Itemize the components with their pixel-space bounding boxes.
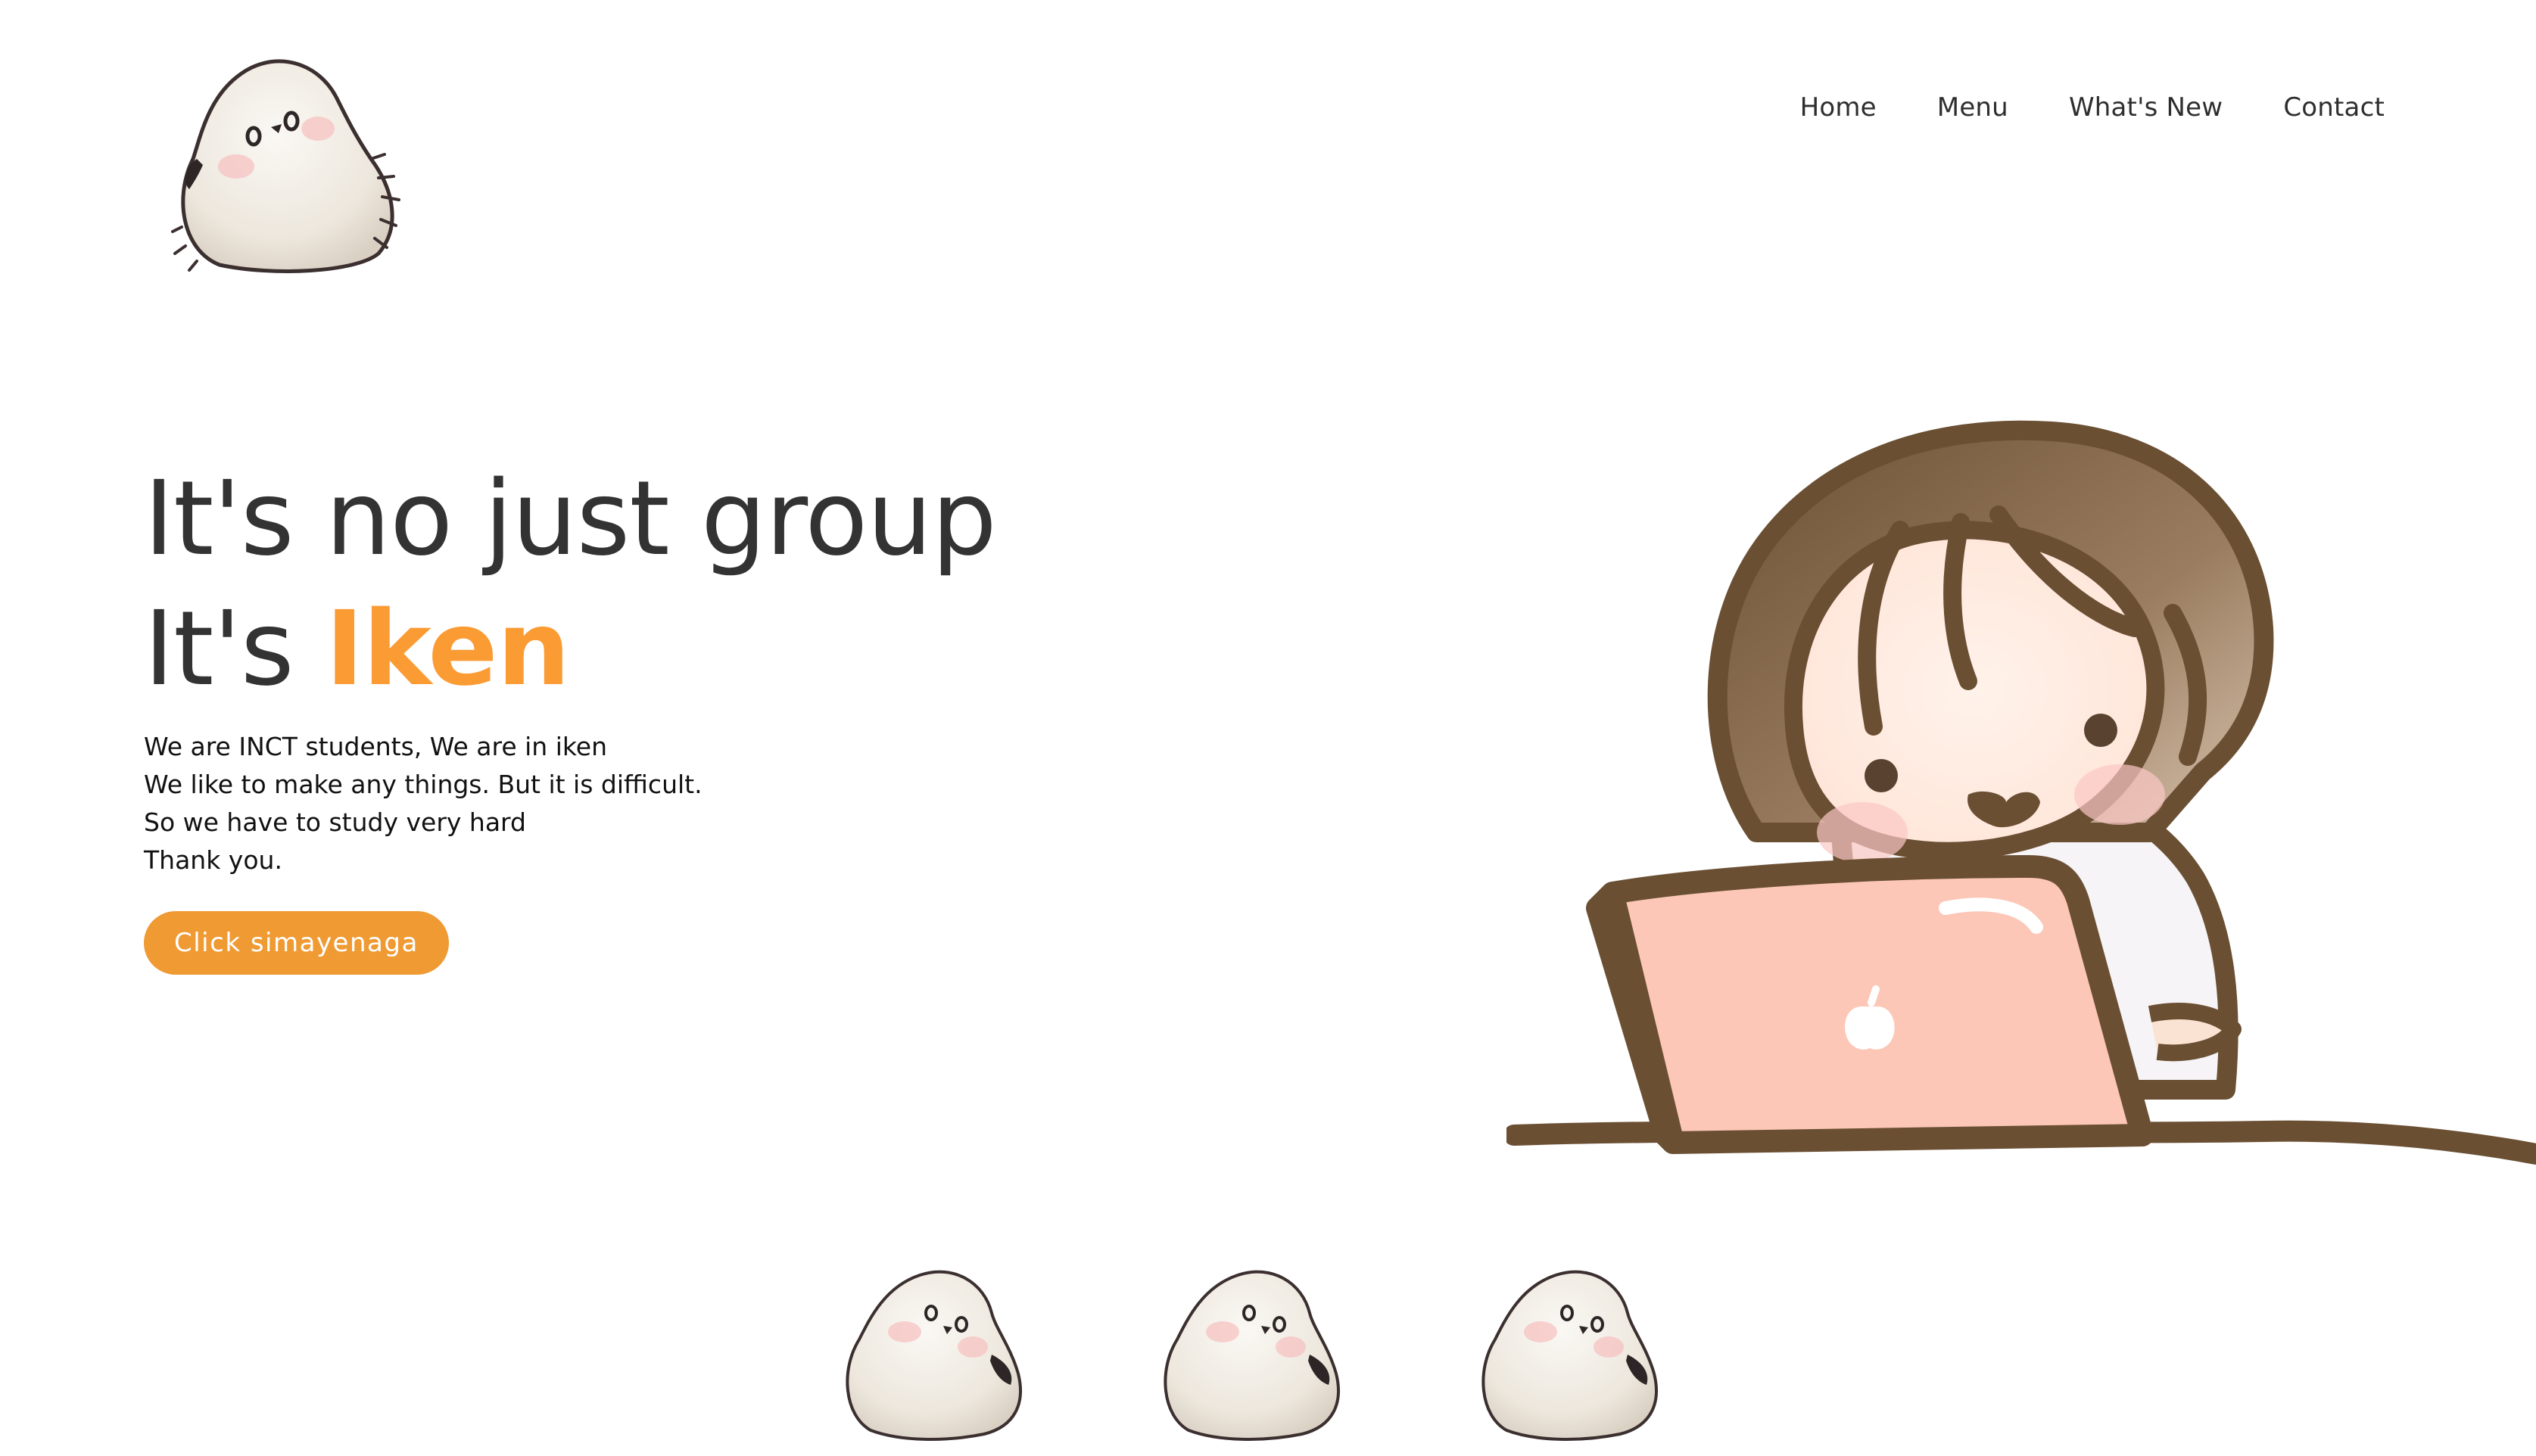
nav-whats-new-link[interactable]: What's New: [2069, 92, 2223, 123]
description-line: Thank you.: [144, 845, 282, 875]
hero-section: It's no just group It's Iken We are INCT…: [144, 454, 1279, 975]
shimaenaga-bird-icon: [1164, 1270, 1340, 1441]
hero-headline-prefix: It's: [144, 590, 326, 709]
nav-contact-link[interactable]: Contact: [2283, 92, 2385, 123]
shimaenaga-bird-icon: [846, 1270, 1022, 1441]
brand-name: Iken: [325, 590, 570, 709]
hero-description: We are INCT students, We are in iken We …: [144, 728, 1279, 879]
description-line: So we have to study very hard: [144, 807, 526, 837]
hero-headline-line2: It's Iken: [144, 584, 1279, 714]
shimaenaga-bird-icon: [1481, 1270, 1658, 1441]
nav-menu-link[interactable]: Menu: [1937, 92, 2008, 123]
main-nav: Home Menu What's New Contact: [1800, 92, 2385, 123]
girl-with-laptop-illustration: [1506, 420, 2536, 1165]
footer-birds-row: [833, 1241, 1696, 1445]
hero-headline-line1: It's no just group: [144, 459, 997, 579]
description-line: We like to make any things. But it is di…: [144, 770, 703, 799]
description-line: We are INCT students, We are in iken: [144, 732, 608, 761]
nav-home-link[interactable]: Home: [1800, 92, 1877, 123]
logo-bird-icon[interactable]: [167, 45, 409, 280]
click-simayenaga-button[interactable]: Click simayenaga: [144, 911, 449, 975]
page: Home Menu What's New Contact It's no jus…: [0, 0, 2536, 1456]
